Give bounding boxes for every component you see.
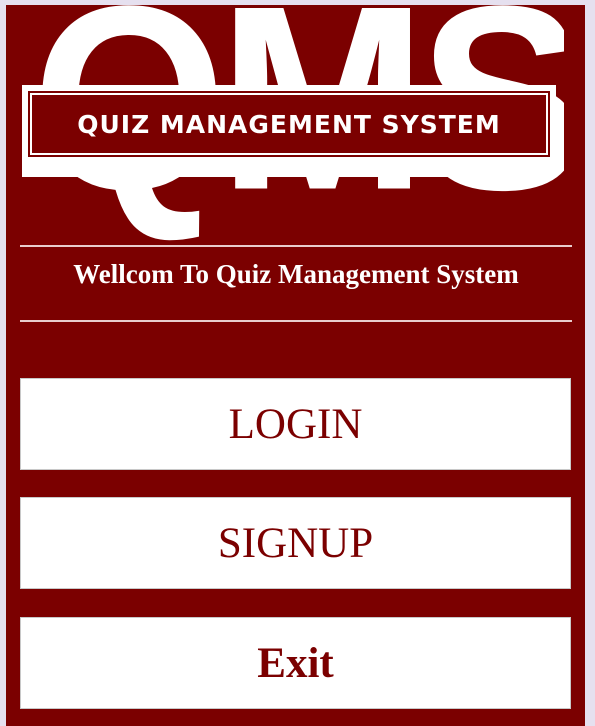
app-title: QUIZ MANAGEMENT SYSTEM — [77, 109, 501, 139]
bottom-divider — [20, 320, 572, 322]
login-button[interactable]: LOGIN — [20, 378, 571, 470]
top-divider — [20, 245, 572, 247]
signup-button[interactable]: SIGNUP — [20, 497, 571, 589]
exit-button[interactable]: Exit — [20, 617, 571, 709]
welcome-message: Wellcom To Quiz Management System — [73, 259, 519, 289]
title-banner-frame: QUIZ MANAGEMENT SYSTEM — [28, 91, 550, 157]
main-window: QMS QUIZ MANAGEMENT SYSTEM Wellcom To Qu… — [6, 5, 585, 726]
title-banner: QUIZ MANAGEMENT SYSTEM — [22, 85, 556, 177]
